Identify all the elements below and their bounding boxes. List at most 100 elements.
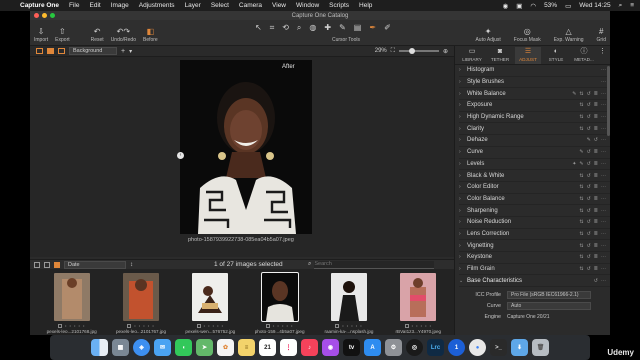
copy-icon[interactable]: ⇅ [579, 196, 583, 202]
more-icon[interactable]: ⋯ [601, 184, 606, 190]
presets-icon[interactable]: ≣ [594, 254, 598, 260]
select-checkbox[interactable] [196, 323, 201, 328]
search-icon[interactable]: ⌕ [619, 2, 623, 10]
rating-dots[interactable]: • • • • • [273, 323, 293, 328]
tool-base-characteristics[interactable]: ⌄ Base Characteristics ↺ ⋯ [459, 275, 610, 288]
reset-button[interactable]: ↶ Reset [91, 26, 104, 43]
menu-edit[interactable]: Edit [90, 2, 101, 9]
tool-keystone[interactable]: › Keystone ⇅ ↺ ≣ ⋯ [459, 252, 610, 264]
thumbnail[interactable]: • • • • • raamin-ka-...nsplash.jpg [321, 273, 376, 335]
reset-icon[interactable]: ↺ [587, 219, 591, 225]
safari-icon[interactable]: ◈ [133, 339, 150, 356]
before-button[interactable]: ◧ Before [143, 26, 158, 43]
menu-file[interactable]: File [69, 2, 79, 9]
rating-dots[interactable]: • • • • • [134, 323, 154, 328]
more-icon[interactable]: ⋯ [601, 231, 606, 237]
multi-view-icon[interactable] [47, 48, 54, 54]
tab-metadata[interactable]: ⓘ METAD... [571, 47, 597, 64]
select-checkbox[interactable] [335, 323, 340, 328]
reset-icon[interactable]: ↺ [594, 137, 598, 143]
image-viewer[interactable]: ‹ After photo-1587939922738-085ea04b5a07… [30, 57, 454, 257]
more-icon[interactable]: ⋯ [601, 161, 606, 167]
1password-icon[interactable]: 1 [448, 339, 465, 356]
tool-curve[interactable]: › Curve ✎ ↺ ≣ ⋯ [459, 147, 610, 159]
reset-icon[interactable]: ↺ [587, 173, 591, 179]
photos-icon[interactable]: ✿ [217, 339, 234, 356]
presets-icon[interactable]: ≣ [594, 91, 598, 97]
filmstrip-view-icon[interactable] [54, 261, 60, 268]
presets-icon[interactable]: ≣ [594, 208, 598, 214]
copy-icon[interactable]: ⇅ [579, 243, 583, 249]
more-icon[interactable]: ⋯ [601, 196, 606, 202]
more-icon[interactable]: ⋯ [601, 254, 606, 260]
tool-levels[interactable]: › Levels ✦ ✎ ↺ ≣ ⋯ [459, 159, 610, 171]
tool-vignetting[interactable]: › Vignetting ⇅ ↺ ≣ ⋯ [459, 240, 610, 252]
zoom-tool-icon[interactable]: ⌕ [297, 23, 301, 33]
more-icon[interactable]: ⋯ [601, 102, 606, 108]
mask-tool-icon[interactable]: ◍ [309, 23, 316, 33]
picker-icon[interactable]: ✎ [572, 91, 576, 97]
tool-hdr[interactable]: › High Dynamic Range ⇅ ↺ ≣ ⋯ [459, 112, 610, 124]
sort-select[interactable]: Date [64, 260, 126, 269]
presets-icon[interactable]: ≣ [594, 219, 598, 225]
menu-app-name[interactable]: Capture One [20, 2, 59, 9]
zoom-fit-icon[interactable]: ⛶ [391, 48, 395, 55]
select-checkbox[interactable] [127, 323, 132, 328]
battery-percent[interactable]: 53% [544, 2, 557, 9]
messages-icon[interactable]: ◖ [175, 339, 192, 356]
select-checkbox[interactable] [404, 323, 409, 328]
more-icon[interactable]: ⋯ [601, 79, 606, 85]
reset-icon[interactable]: ↺ [587, 161, 591, 167]
menu-scripts[interactable]: Scripts [329, 2, 349, 9]
thumbnail[interactable]: • • • • • rBVaI1z3...Y4970.jpeg [391, 273, 446, 335]
copy-icon[interactable]: ⇅ [579, 219, 583, 225]
export-button[interactable]: ⇧ Export [55, 26, 69, 43]
presets-icon[interactable]: ≣ [594, 114, 598, 120]
reset-icon[interactable]: ↺ [587, 91, 591, 97]
tool-color-editor[interactable]: › Color Editor ⇅ ↺ ≣ ⋯ [459, 182, 610, 194]
presets-icon[interactable]: ≣ [594, 126, 598, 132]
undo-redo-button[interactable]: ↶↷ Undo/Redo [111, 26, 136, 43]
tool-black-white[interactable]: › Black & White ⇅ ↺ ≣ ⋯ [459, 170, 610, 182]
more-icon[interactable]: ⋯ [601, 219, 606, 225]
reset-icon[interactable]: ↺ [587, 266, 591, 272]
menu-select[interactable]: Select [211, 2, 229, 9]
more-icon[interactable]: ⋯ [601, 266, 606, 272]
select-checkbox[interactable] [57, 323, 62, 328]
tool-sharpening[interactable]: › Sharpening ⇅ ↺ ≣ ⋯ [459, 205, 610, 217]
app-status-icon[interactable]: ▣ [516, 2, 522, 10]
launchpad-icon[interactable]: ▦ [112, 339, 129, 356]
more-icon[interactable]: ⋯ [601, 243, 606, 249]
capture-one-icon[interactable]: ◎ [406, 339, 423, 356]
rotate-tool-icon[interactable]: ⟲ [282, 23, 289, 33]
presets-icon[interactable]: ≣ [594, 173, 598, 179]
select-checkbox[interactable] [265, 323, 270, 328]
tool-exposure[interactable]: › Exposure ⇅ ↺ ≣ ⋯ [459, 100, 610, 112]
tool-noise-reduction[interactable]: › Noise Reduction ⇅ ↺ ≣ ⋯ [459, 217, 610, 229]
heal-tool-icon[interactable]: ✚ [324, 23, 331, 33]
menu-view[interactable]: View [272, 2, 286, 9]
presets-icon[interactable]: ≣ [594, 184, 598, 190]
reset-icon[interactable]: ↺ [587, 243, 591, 249]
annotate-tool-icon[interactable]: ✐ [384, 23, 391, 33]
copy-icon[interactable]: ⇅ [579, 208, 583, 214]
chrome-icon[interactable]: ● [469, 339, 486, 356]
auto-icon[interactable]: ✦ [572, 161, 576, 167]
focus-mask-button[interactable]: ◎ Focus Mask [514, 26, 541, 43]
color-picker-icon[interactable]: ✒ [369, 23, 376, 33]
tv-icon[interactable]: tv [343, 339, 360, 356]
picker-icon[interactable]: ✎ [587, 137, 591, 143]
panel-scrollbar[interactable] [607, 66, 610, 136]
system-preferences-icon[interactable]: ⚙ [385, 339, 402, 356]
copy-icon[interactable]: ⇅ [579, 91, 583, 97]
presets-icon[interactable]: ≣ [594, 266, 598, 272]
list-view-icon[interactable] [44, 261, 50, 268]
zoom-in-icon[interactable]: ⊕ [443, 48, 448, 55]
reset-icon[interactable]: ↺ [587, 208, 591, 214]
menu-help[interactable]: Help [359, 2, 372, 9]
tool-style-brushes[interactable]: › Style Brushes ⋯ [459, 77, 610, 89]
tool-film-grain[interactable]: › Film Grain ⇅ ↺ ≣ ⋯ [459, 264, 610, 276]
reset-icon[interactable]: ↺ [587, 126, 591, 132]
more-icon[interactable]: ⋯ [601, 173, 606, 179]
crop-tool-icon[interactable]: ⌗ [270, 23, 275, 33]
